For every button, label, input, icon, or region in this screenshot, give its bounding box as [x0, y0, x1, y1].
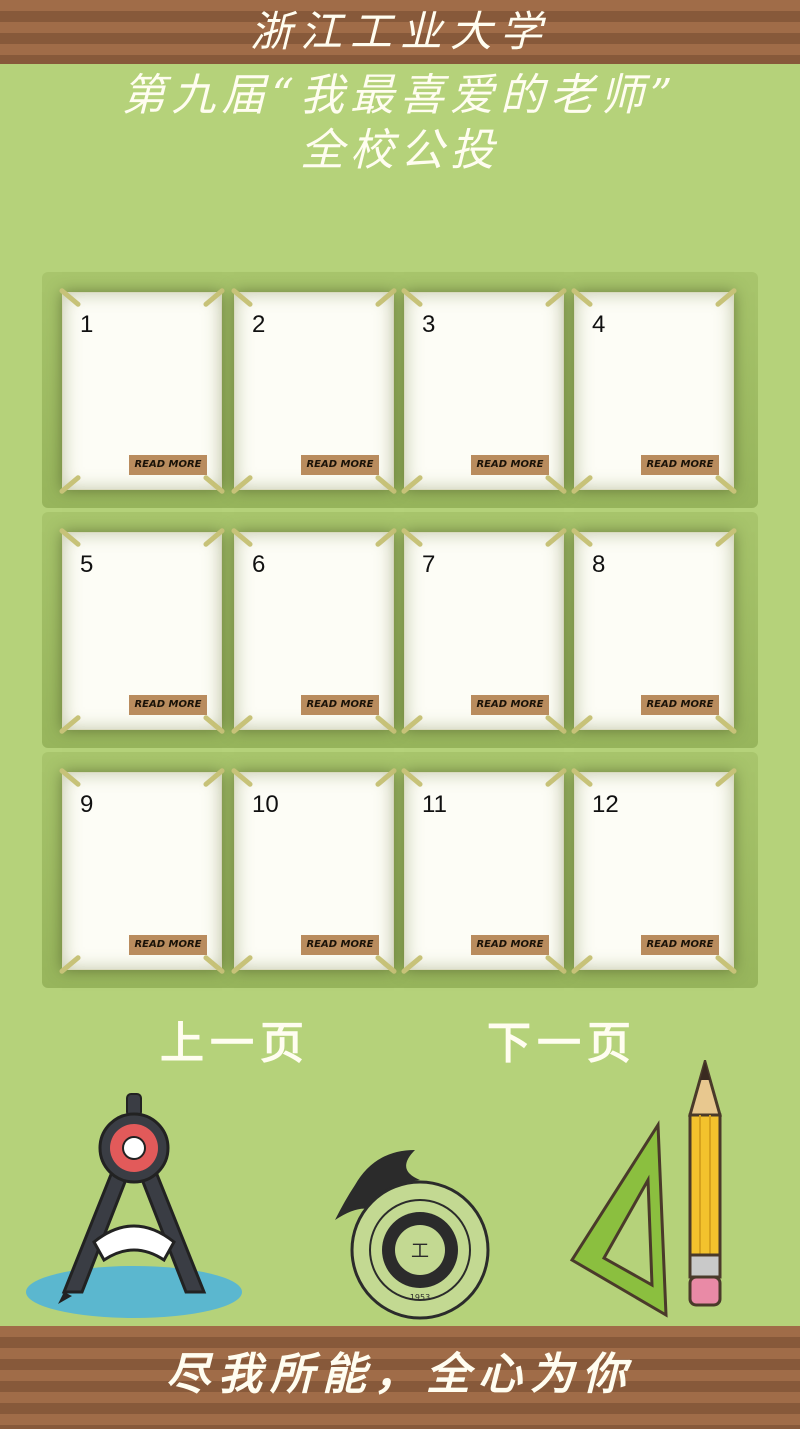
read-more-button[interactable]: READ MORE: [129, 695, 207, 715]
teacher-card-2[interactable]: 2 READ MORE: [230, 287, 398, 495]
read-more-button[interactable]: READ MORE: [471, 455, 549, 475]
read-more-button[interactable]: READ MORE: [641, 695, 719, 715]
footer-slogan: 尽我所能，全心为你: [166, 1349, 634, 1400]
card-row-3: 9 READ MORE 10 READ MORE 11 READ MORE 12…: [42, 752, 758, 988]
svg-text:工: 工: [411, 1241, 429, 1262]
teacher-card-9[interactable]: 9 READ MORE: [58, 767, 226, 975]
card-number: 4: [592, 311, 606, 338]
teacher-card-3[interactable]: 3 READ MORE: [400, 287, 568, 495]
card-number: 6: [252, 551, 266, 578]
teacher-card-11[interactable]: 11 READ MORE: [400, 767, 568, 975]
teacher-card-10[interactable]: 10 READ MORE: [230, 767, 398, 975]
card-number: 12: [592, 791, 619, 818]
read-more-button[interactable]: READ MORE: [301, 455, 379, 475]
read-more-button[interactable]: READ MORE: [301, 935, 379, 955]
read-more-button[interactable]: READ MORE: [641, 455, 719, 475]
emblem-year: 1953: [410, 1293, 430, 1302]
read-more-button[interactable]: READ MORE: [641, 935, 719, 955]
read-more-button[interactable]: READ MORE: [129, 935, 207, 955]
compass-icon: [26, 1093, 242, 1318]
teacher-card-7[interactable]: 7 READ MORE: [400, 527, 568, 735]
read-more-button[interactable]: READ MORE: [301, 695, 379, 715]
teacher-card-6[interactable]: 6 READ MORE: [230, 527, 398, 735]
teacher-card-5[interactable]: 5 READ MORE: [58, 527, 226, 735]
card-number: 3: [422, 311, 436, 338]
university-title: 浙江工业大学: [249, 7, 550, 56]
card-row-1: 1 READ MORE 2 READ MORE 3 READ MORE 4 RE…: [42, 272, 758, 508]
card-row-2: 5 READ MORE 6 READ MORE 7 READ MORE 8 RE…: [42, 512, 758, 748]
read-more-button[interactable]: READ MORE: [129, 455, 207, 475]
pencil-icon: [688, 1060, 722, 1307]
card-number: 10: [252, 791, 279, 818]
card-number: 1: [80, 311, 94, 338]
teacher-card-4[interactable]: 4 READ MORE: [570, 287, 738, 495]
card-number: 2: [252, 311, 266, 338]
read-more-button[interactable]: READ MORE: [471, 695, 549, 715]
card-number: 8: [592, 551, 606, 578]
university-emblem: 工 1953: [335, 1150, 490, 1320]
card-number: 5: [80, 551, 94, 578]
next-page-button[interactable]: 下一页: [487, 1018, 637, 1070]
teacher-card-1[interactable]: 1 READ MORE: [58, 287, 226, 495]
vote-title: 全校公投: [300, 125, 500, 176]
set-square-icon: [569, 1120, 668, 1318]
event-title: 第九届“我最喜爱的老师”: [121, 70, 679, 121]
card-number: 11: [422, 791, 447, 818]
teacher-card-12[interactable]: 12 READ MORE: [570, 767, 738, 975]
read-more-button[interactable]: READ MORE: [471, 935, 549, 955]
card-number: 9: [80, 791, 94, 818]
card-number: 7: [422, 551, 436, 578]
prev-page-button[interactable]: 上一页: [160, 1018, 310, 1070]
teacher-card-8[interactable]: 8 READ MORE: [570, 527, 738, 735]
